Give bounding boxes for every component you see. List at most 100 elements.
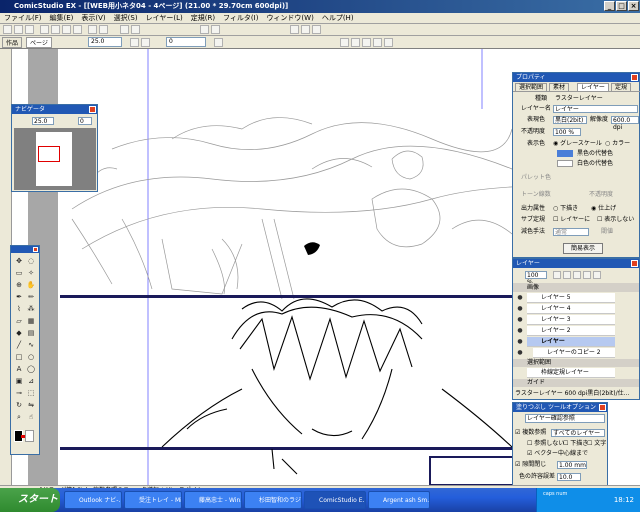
menu-help[interactable]: ヘルプ(H) (318, 13, 358, 24)
rotate-tool-icon[interactable]: ↻ (14, 400, 24, 410)
task-button[interactable]: 杉田智和のラジオ... (244, 491, 302, 509)
menu-ruler[interactable]: 定規(R) (187, 13, 219, 24)
close-icon[interactable] (631, 74, 638, 81)
task-button[interactable]: Outlook ナビ-... (64, 491, 122, 509)
menu-edit[interactable]: 編集(E) (46, 13, 78, 24)
rect-icon[interactable]: □ (14, 352, 24, 362)
close-button[interactable]: × (628, 1, 639, 11)
tab-work[interactable]: 作品 (2, 37, 23, 48)
layer-item[interactable]: レイヤー 4 (527, 304, 615, 314)
eraser-icon[interactable]: ▱ (14, 316, 24, 326)
tab-page[interactable]: ページ (26, 37, 52, 48)
ellipse-icon[interactable]: ○ (26, 352, 36, 362)
fill-mode-icon[interactable] (373, 38, 382, 47)
tab-ruler[interactable]: 定規 (611, 83, 632, 92)
guide-folder[interactable]: ガイド (513, 379, 639, 387)
lasso-icon[interactable]: ◌ (26, 256, 36, 266)
eye-icon[interactable]: ● (515, 304, 525, 314)
fill-icon[interactable]: ◆ (14, 328, 24, 338)
close-icon[interactable] (631, 260, 638, 267)
text-icon[interactable]: A (14, 364, 24, 374)
opacity-field[interactable]: 100 % (553, 128, 581, 136)
zoom-out-icon[interactable] (120, 25, 129, 34)
ref-layer-select[interactable]: すべてのレイヤー (551, 429, 605, 437)
hand-tool-icon[interactable]: ✋ (26, 280, 36, 290)
lock-icon[interactable] (573, 271, 581, 279)
res-field[interactable]: 600.0 dpi (611, 116, 639, 131)
output-draft-option[interactable]: ○ 下描き (553, 205, 578, 213)
pattern-icon[interactable]: ▦ (26, 316, 36, 326)
hand-icon[interactable] (200, 25, 209, 34)
gap-field[interactable]: 1.00 mm (557, 461, 587, 469)
mirror-icon[interactable]: ⇋ (26, 400, 36, 410)
actual-size-icon[interactable] (141, 38, 150, 47)
new-icon[interactable] (3, 25, 12, 34)
pen-icon[interactable]: ✒ (14, 292, 24, 302)
menu-view[interactable]: 表示(V) (77, 13, 109, 24)
close-icon[interactable] (33, 247, 38, 252)
new-folder-icon[interactable] (563, 271, 571, 279)
eraser-mode-icon[interactable] (362, 38, 371, 47)
multi-ref-check[interactable]: ☑ 複数参照 (515, 429, 546, 437)
zoom-icon[interactable]: ⊕ (14, 280, 24, 290)
pencil-icon[interactable]: ✏ (26, 292, 36, 302)
layer-item[interactable]: レイヤー 5 (527, 293, 615, 303)
navigator-preview[interactable] (14, 128, 96, 190)
tab-layer[interactable]: レイヤー (577, 83, 609, 92)
layer-item[interactable]: レイヤー 3 (527, 315, 615, 325)
selection-folder[interactable]: 選択範囲 (513, 359, 639, 367)
eye-icon[interactable]: ● (515, 348, 525, 358)
rotation-field[interactable]: 0 (166, 37, 206, 47)
swap-color-icon[interactable] (21, 435, 25, 438)
copy-icon[interactable] (62, 25, 71, 34)
eye-icon[interactable]: ● (515, 293, 525, 303)
search-icon[interactable]: ⌕ (14, 412, 24, 422)
fit-icon[interactable] (130, 38, 139, 47)
sub-layer-check[interactable]: ☐ レイヤーに (553, 216, 590, 224)
start-button[interactable]: スタート (0, 488, 60, 512)
white-sub-swatch[interactable] (557, 160, 573, 167)
color-option[interactable]: ○ カラー (605, 140, 630, 148)
sub-color-swatch[interactable] (25, 430, 34, 442)
ruler-tool-icon[interactable]: ⊿ (26, 376, 36, 386)
task-button[interactable]: Argent ash Sm... (368, 491, 430, 509)
layer-item-selected[interactable]: レイヤー (527, 337, 615, 347)
move-icon[interactable]: ✥ (14, 256, 24, 266)
sub-show-check[interactable]: ☐ 表示しない (597, 216, 634, 224)
ref-draft-check[interactable]: ☐ 下描き (563, 440, 588, 448)
layer-opacity-field[interactable]: 100 % (525, 271, 547, 286)
eye-icon[interactable]: ● (515, 315, 525, 325)
eyedropper-icon[interactable]: ⊸ (14, 388, 24, 398)
menu-select[interactable]: 選択(S) (110, 13, 142, 24)
gray-option[interactable]: ◉ グレースケール (553, 140, 602, 148)
eye-icon[interactable]: ● (515, 326, 525, 336)
close-icon[interactable] (599, 404, 606, 411)
fill-preset-select[interactable]: レイヤー確認参照 (525, 414, 605, 423)
grab-icon[interactable]: ☝ (26, 412, 36, 422)
wand-icon[interactable]: ✧ (26, 268, 36, 278)
layer-folder-image[interactable]: 画像 (513, 283, 639, 292)
delete-layer-icon[interactable] (593, 271, 601, 279)
minimize-button[interactable]: _ (604, 1, 615, 11)
ref-none-check[interactable]: ☐ 参照しない (527, 440, 564, 448)
select-icon[interactable]: ▭ (14, 268, 24, 278)
zoom-field[interactable]: 25.0 (88, 37, 122, 47)
layer-icon[interactable] (312, 25, 321, 34)
gap-check[interactable]: ☑ 隙間閉じ (515, 461, 546, 469)
pen-mode-icon[interactable] (340, 38, 349, 47)
balloon-icon[interactable]: ◯ (26, 364, 36, 374)
layer-item[interactable]: レイヤー 2 (527, 326, 615, 336)
vector-center-check[interactable]: ☑ ベクター中心線まで (527, 450, 588, 458)
tab-material[interactable]: 素材 (549, 83, 570, 92)
ruler-icon[interactable] (301, 25, 310, 34)
new-layer-icon[interactable] (553, 271, 561, 279)
panel-icon[interactable]: ▣ (14, 376, 24, 386)
brush-mode-icon[interactable] (351, 38, 360, 47)
tab-selection[interactable]: 選択範囲 (515, 83, 548, 92)
undo-icon[interactable] (88, 25, 97, 34)
eye-icon[interactable]: ● (515, 337, 525, 347)
cut-icon[interactable] (51, 25, 60, 34)
task-button-active[interactable]: ComicStudio E... (304, 491, 366, 509)
task-button[interactable]: 受注トレイ - Mi... (124, 491, 182, 509)
object-icon[interactable]: ⬚ (26, 388, 36, 398)
